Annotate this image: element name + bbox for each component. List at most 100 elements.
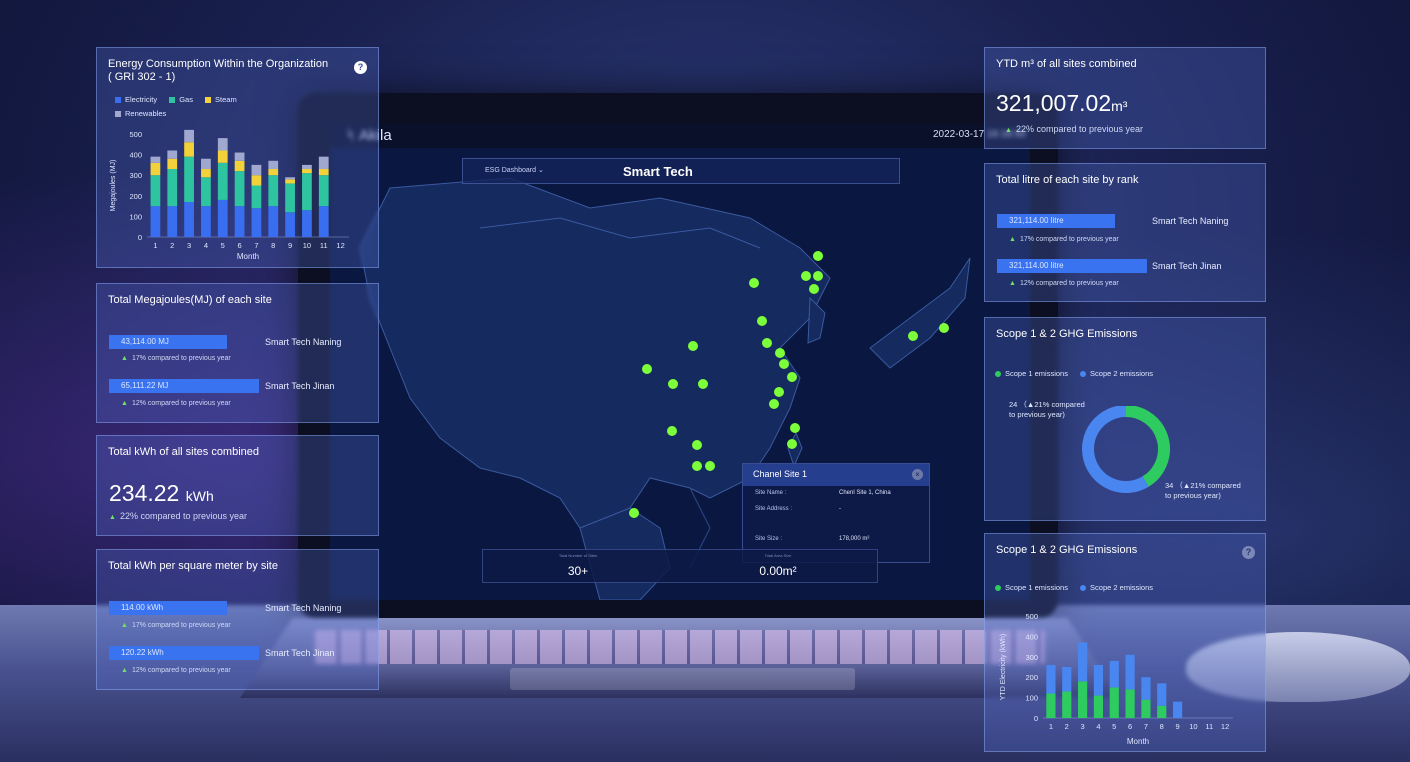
- note-line: to previous year): [1165, 491, 1221, 500]
- bar-segment: [167, 158, 178, 170]
- up-arrow-icon: ▲: [121, 400, 128, 407]
- bar-segment: [234, 152, 245, 161]
- x-tick-label: 6: [237, 241, 241, 250]
- y-tick-label: 200: [129, 192, 142, 201]
- legend-swatch: [169, 97, 176, 103]
- bar-segment: [1172, 701, 1183, 718]
- bar-segment: [285, 212, 295, 237]
- delta-text: ▲ 17% compared to previous year: [121, 355, 231, 362]
- site-marker: [813, 251, 823, 261]
- legend-item-steam[interactable]: Steam: [205, 95, 237, 104]
- stat-total-area: Total Area Size 0.00m²: [683, 553, 873, 578]
- delta-label: 17% compared to previous year: [131, 622, 231, 629]
- bar-segment: [251, 164, 262, 176]
- bar-segment: [318, 206, 329, 237]
- bar-segment: [150, 175, 161, 207]
- x-tick-label: 7: [1144, 722, 1148, 731]
- help-icon[interactable]: ?: [1242, 546, 1255, 559]
- kwh-total-value: 234.22 kWh: [109, 480, 214, 507]
- panel-title-line: Energy Consumption Within the Organizati…: [108, 58, 329, 70]
- panel-title-line: ( GRI 302 - 1): [108, 71, 176, 83]
- rank-bar: 321,114.00 litre: [997, 214, 1115, 228]
- y-tick-label: 500: [1025, 612, 1038, 621]
- bar-segment: [285, 179, 295, 184]
- y-tick-label: 0: [1034, 714, 1038, 723]
- screen-topbar: ᛋ Akila 2022-03-17 16:18:50: [330, 124, 1030, 148]
- bar-segment: [1077, 642, 1088, 682]
- popup-row-value: -: [839, 506, 841, 512]
- bar-segment: [1062, 667, 1072, 692]
- site-marker: [692, 440, 702, 450]
- x-tick-label: 12: [336, 241, 344, 250]
- panel-title: Total Megajoules(MJ) of each site: [108, 294, 272, 306]
- y-tick-label: 0: [138, 233, 142, 242]
- x-tick-label: 4: [204, 241, 208, 250]
- x-tick-label: 9: [1175, 722, 1179, 731]
- x-tick-label: 11: [320, 241, 328, 250]
- legend-swatch: [115, 97, 121, 103]
- legend-swatch: [205, 97, 212, 103]
- legend-swatch: [995, 371, 1001, 377]
- bar-segment: [150, 156, 161, 163]
- panel-title: Energy Consumption Within the Organizati…: [108, 58, 328, 84]
- stat-value: 0.00m²: [759, 564, 797, 578]
- y-tick-label: 200: [1025, 673, 1038, 682]
- donut-slice: [1125, 406, 1170, 487]
- bar-segment: [268, 175, 279, 207]
- legend-label: Scope 1 emissions: [1005, 369, 1068, 378]
- site-marker: [809, 284, 819, 294]
- panel-title: YTD m³ of all sites combined: [996, 58, 1137, 70]
- help-icon[interactable]: ?: [354, 61, 367, 74]
- bar-segment: [251, 185, 262, 209]
- note-line: to previous year): [1009, 410, 1065, 419]
- close-icon[interactable]: ×: [912, 469, 923, 480]
- site-marker: [642, 364, 652, 374]
- site-marker: [757, 316, 767, 326]
- delta-label: 17% compared to previous year: [131, 355, 231, 362]
- x-tick-label: 2: [170, 241, 174, 250]
- x-tick-label: 8: [1160, 722, 1164, 731]
- y-axis-label: Megajoules (MJ): [110, 160, 117, 212]
- up-arrow-icon: ▲: [1009, 236, 1016, 243]
- x-tick-label: 3: [187, 241, 191, 250]
- bar-segment: [302, 169, 312, 174]
- touchpad: [510, 668, 855, 690]
- bar-segment: [150, 206, 161, 237]
- panel-title: Total kWh of all sites combined: [108, 446, 260, 458]
- ghg-bar-chart: 01002003004005001 2 3 4 5 6 7 8 9 10 11 12MonthYTD …: [1000, 612, 1233, 746]
- laptop-screen: ᛋ Akila 2022-03-17 16:18:50 ESG Dashboar…: [330, 124, 1030, 600]
- legend-label: Gas: [179, 95, 193, 104]
- bar-segment: [1157, 683, 1167, 706]
- bar-segment: [251, 175, 262, 186]
- x-tick-label: 7: [254, 241, 258, 250]
- legend-item-scope1[interactable]: Scope 1 emissions: [995, 369, 1068, 378]
- x-tick-label: 12: [1221, 722, 1229, 731]
- up-arrow-icon: ▲: [121, 667, 128, 674]
- bar-segment: [234, 206, 245, 237]
- bar-segment: [1141, 699, 1151, 718]
- delta-label: 12% compared to previous year: [131, 667, 231, 674]
- site-marker: [762, 338, 772, 348]
- dashboard-select[interactable]: ESG Dashboard ⌄: [485, 166, 544, 174]
- legend-item-scope2[interactable]: Scope 2 emissions: [1080, 583, 1153, 592]
- y-tick-label: 400: [129, 151, 142, 160]
- legend-item-renewables[interactable]: Renewables: [115, 109, 166, 118]
- legend-item-scope2[interactable]: Scope 2 emissions: [1080, 369, 1153, 378]
- site-name: Smart Tech Jinan: [1152, 261, 1222, 271]
- legend-item-scope1[interactable]: Scope 1 emissions: [995, 583, 1068, 592]
- site-marker: [629, 508, 639, 518]
- legend-swatch: [995, 585, 1001, 591]
- popup-title: Chanel Site 1: [753, 469, 808, 479]
- legend-label: Steam: [215, 95, 237, 104]
- delta-label: 12% compared to previous year: [1019, 280, 1119, 287]
- bar-segment: [167, 169, 178, 207]
- popup-row: Site Address : -: [743, 502, 929, 518]
- popup-row-value: 178,000 m²: [839, 536, 870, 542]
- delta-label: 12% compared to previous year: [131, 400, 231, 407]
- legend-item-electricity[interactable]: Electricity: [115, 95, 157, 104]
- legend-item-gas[interactable]: Gas: [169, 95, 193, 104]
- bar-segment: [1157, 705, 1167, 718]
- chart-legend: Scope 1 emissions Scope 2 emissions: [995, 369, 1163, 378]
- site-name: Smart Tech Naning: [1152, 216, 1229, 226]
- delta-text: ▲ 12% compared to previous year: [1009, 280, 1119, 287]
